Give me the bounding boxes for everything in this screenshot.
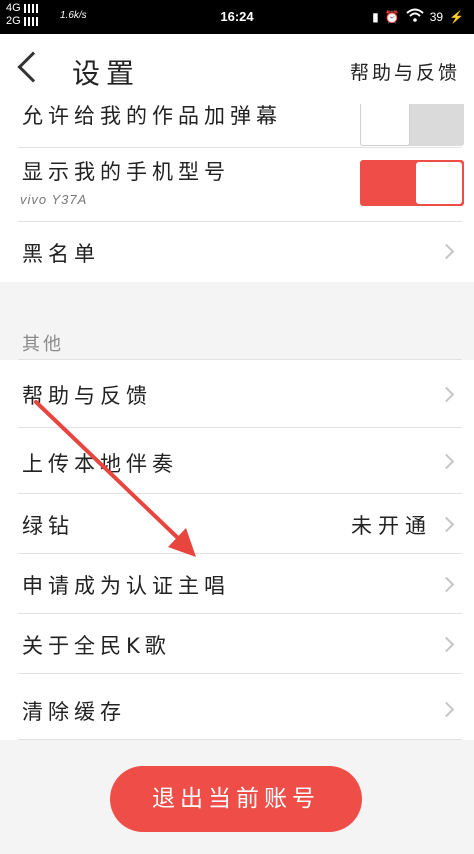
charging-icon: ⚡ [449, 9, 464, 24]
help-feedback-row[interactable]: 帮助与反馈 [0, 360, 474, 428]
certified-singer-label: 申请成为认证主唱 [22, 574, 230, 598]
chevron-right-icon [438, 386, 455, 403]
chevron-right-icon [438, 576, 455, 593]
battery-level: 39 [429, 9, 444, 24]
show-phone-model-row: 显示我的手机型号 vivo Y37A [0, 148, 474, 222]
back-arrow-icon[interactable] [17, 51, 49, 83]
section-title: 其他 [22, 334, 64, 355]
wifi-icon [406, 8, 424, 25]
chevron-right-icon [438, 516, 455, 533]
certified-singer-row[interactable]: 申请成为认证主唱 [0, 554, 474, 614]
help-feedback-label: 帮助与反馈 [22, 384, 152, 408]
upload-accompaniment-row[interactable]: 上传本地伴奏 [0, 428, 474, 494]
allow-danmaku-row: 允许给我的作品加弹幕 [0, 104, 474, 148]
battery-saver-icon: ▮ [372, 9, 379, 24]
chevron-right-icon [438, 701, 455, 718]
blacklist-row[interactable]: 黑名单 [0, 222, 474, 282]
green-diamond-row[interactable]: 绿钻 未开通 [0, 494, 474, 554]
status-bar: 4G 2G 1.6k/s 16:24 ▮ ⏰ 39 ⚡ [0, 0, 474, 34]
clear-cache-label: 清除缓存 [22, 700, 126, 724]
upload-accompaniment-label: 上传本地伴奏 [22, 452, 178, 476]
logout-button[interactable]: 退出当前账号 [110, 766, 362, 832]
chevron-right-icon [438, 636, 455, 653]
allow-danmaku-toggle[interactable] [360, 104, 464, 146]
page-title: 设置 [72, 57, 141, 90]
green-diamond-label: 绿钻 [22, 514, 74, 538]
about-label: 关于全民K歌 [22, 634, 171, 658]
toggle-knob [416, 162, 462, 204]
green-diamond-status: 未开通 [351, 514, 432, 538]
section-header-other: 其他 [0, 282, 474, 360]
phone-model-value: vivo Y37A [20, 192, 88, 207]
chevron-right-icon [438, 243, 455, 260]
alarm-icon: ⏰ [384, 9, 400, 24]
divider [18, 739, 462, 740]
clear-cache-row[interactable]: 清除缓存 [0, 674, 474, 740]
blacklist-label: 黑名单 [22, 242, 100, 266]
status-icons: ▮ ⏰ 39 ⚡ [372, 8, 464, 25]
allow-danmaku-label: 允许给我的作品加弹幕 [22, 104, 282, 128]
toggle-knob [360, 104, 410, 146]
show-phone-model-toggle[interactable] [360, 160, 464, 206]
show-phone-model-label: 显示我的手机型号 [22, 160, 230, 184]
chevron-right-icon [438, 453, 455, 470]
about-row[interactable]: 关于全民K歌 [0, 614, 474, 674]
help-feedback-link[interactable]: 帮助与反馈 [350, 58, 460, 85]
top-bar: 设置 帮助与反馈 [0, 34, 474, 104]
